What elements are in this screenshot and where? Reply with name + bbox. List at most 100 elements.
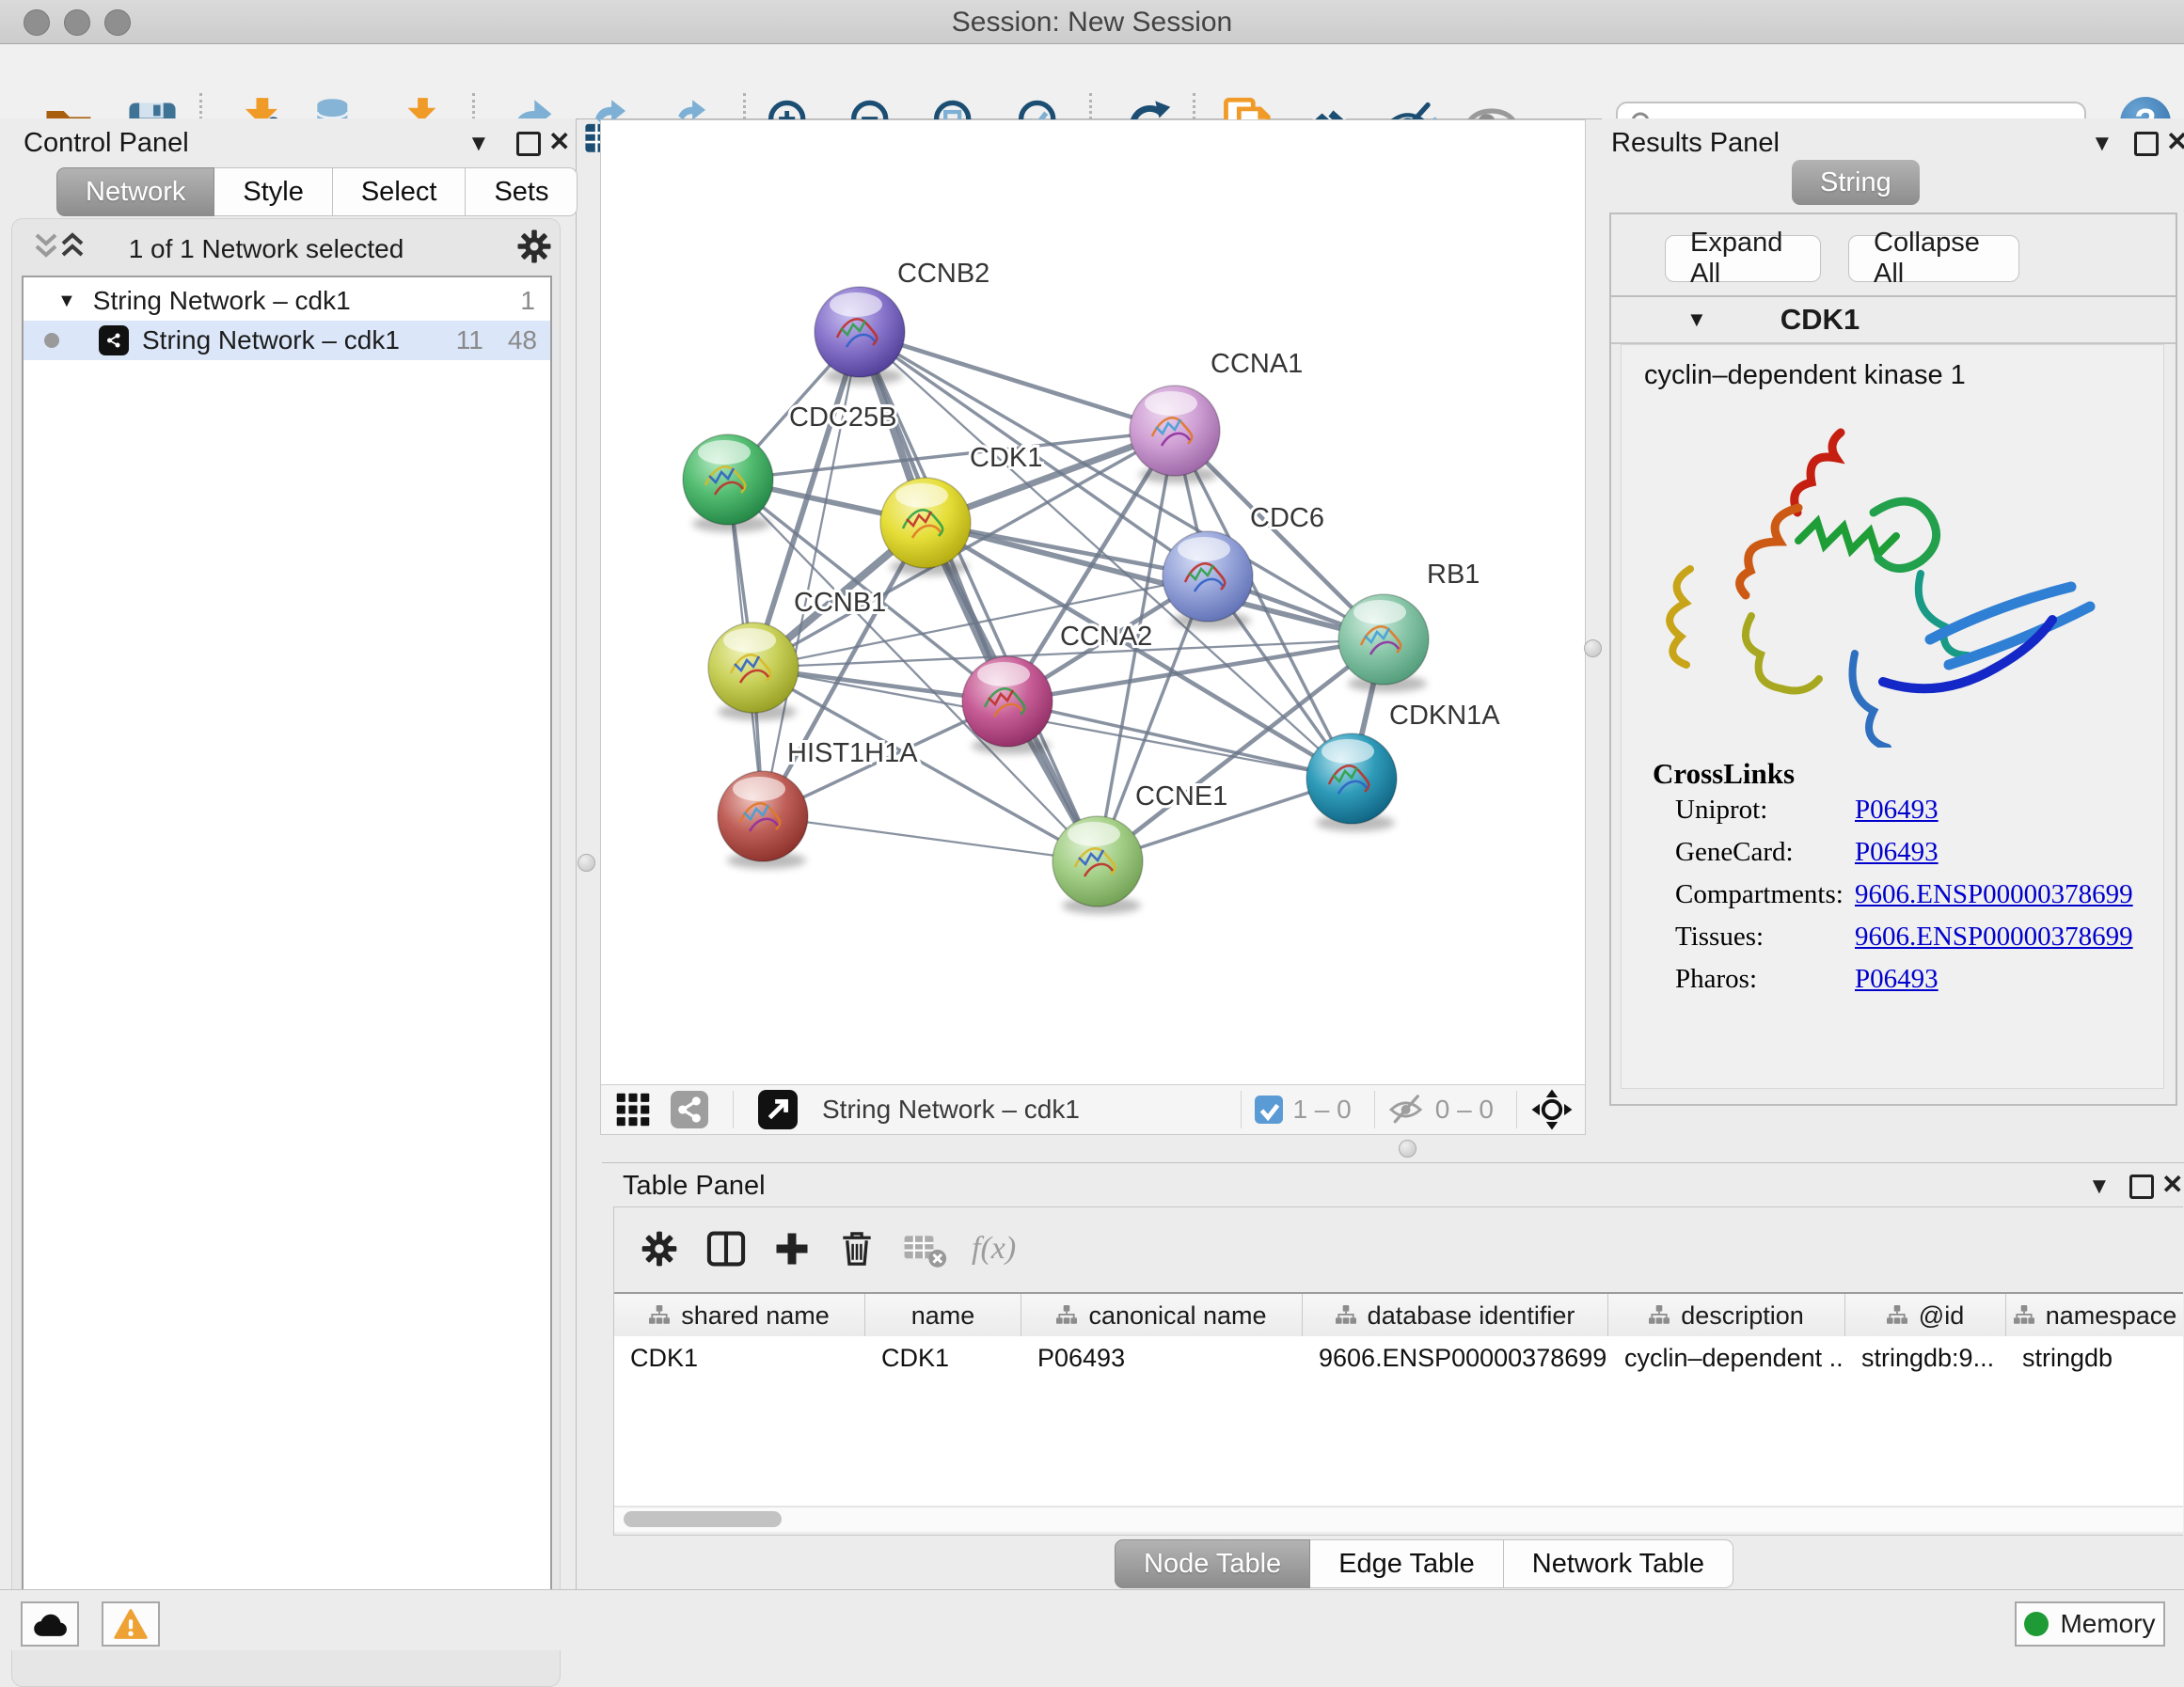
- left-splitter-knob[interactable]: [578, 854, 595, 872]
- panel-close-icon[interactable]: ✕: [2166, 128, 2184, 156]
- expand-all-button[interactable]: Expand All: [1665, 235, 1821, 282]
- node-CDC6[interactable]: [1163, 531, 1253, 629]
- column-header-namespace[interactable]: namespace: [2006, 1294, 2183, 1337]
- panel-close-icon[interactable]: ✕: [548, 128, 570, 156]
- column-header-description[interactable]: description: [1608, 1294, 1845, 1337]
- column-source-icon: [2014, 1305, 2034, 1326]
- panel-menu-icon[interactable]: ▼: [2088, 1173, 2111, 1201]
- cell-name[interactable]: CDK1: [865, 1344, 1021, 1373]
- node-CCNB2[interactable]: [815, 287, 905, 385]
- tab-network[interactable]: Network: [56, 167, 214, 216]
- node-CDC25B[interactable]: [683, 434, 773, 532]
- cell--id[interactable]: stringdb:9...: [1845, 1344, 2006, 1373]
- gear-icon[interactable]: [514, 227, 554, 266]
- edge-CCNA2-CDKN1A[interactable]: [1007, 702, 1352, 779]
- table-settings-gear-icon[interactable]: [639, 1228, 680, 1269]
- panel-float-icon[interactable]: [516, 132, 541, 164]
- crosslinks-title: CrossLinks: [1653, 757, 1795, 791]
- memory-label: Memory: [2060, 1609, 2155, 1639]
- crosslink-link[interactable]: P06493: [1855, 837, 1939, 868]
- node-HIST1H1A[interactable]: [718, 771, 808, 869]
- memory-button[interactable]: Memory: [2015, 1601, 2165, 1647]
- results-actions-box: Expand All Collapse All: [1609, 213, 2177, 297]
- cell-shared-name[interactable]: CDK1: [614, 1344, 865, 1373]
- network-row-selected[interactable]: String Network – cdk1 11 48: [24, 321, 550, 360]
- tab-select[interactable]: Select: [333, 167, 467, 216]
- node-RB1[interactable]: [1338, 594, 1429, 692]
- cell-canonical-name[interactable]: P06493: [1021, 1344, 1303, 1373]
- protein-description: cyclin–dependent kinase 1: [1644, 360, 1966, 391]
- control-panel-tabs: NetworkStyleSelectSets: [56, 167, 578, 216]
- status-bar: Memory: [0, 1589, 2184, 1650]
- show-columns-icon[interactable]: [704, 1227, 748, 1270]
- node-CCNA2[interactable]: [962, 656, 1052, 754]
- cloud-status-button[interactable]: [21, 1601, 79, 1647]
- add-column-icon[interactable]: [772, 1229, 812, 1269]
- collapse-all-button[interactable]: Collapse All: [1848, 235, 2019, 282]
- panel-menu-icon[interactable]: ▼: [2091, 130, 2113, 158]
- node-CDK1[interactable]: [880, 478, 971, 575]
- bottom-splitter-knob[interactable]: [1399, 1140, 1416, 1158]
- panel-float-icon[interactable]: [2134, 132, 2159, 164]
- column-header-canonical-name[interactable]: canonical name: [1021, 1294, 1303, 1337]
- panel-menu-icon[interactable]: ▼: [467, 130, 490, 158]
- column-header-database-identifier[interactable]: database identifier: [1303, 1294, 1608, 1337]
- tab-sets[interactable]: Sets: [466, 167, 578, 216]
- column-header-label: database identifier: [1368, 1301, 1575, 1331]
- table-type-tabs: Node TableEdge TableNetwork Table: [1115, 1539, 1733, 1588]
- selected-checkbox-icon[interactable]: [1255, 1096, 1283, 1124]
- tree-expand-icon[interactable]: ▼: [57, 291, 76, 312]
- crosslink-link[interactable]: 9606.ENSP00000378699: [1855, 922, 2133, 953]
- crosslink-link[interactable]: P06493: [1855, 795, 1939, 826]
- tab-style[interactable]: Style: [214, 167, 332, 216]
- panel-close-icon[interactable]: ✕: [2161, 1171, 2183, 1199]
- cell-database-identifier[interactable]: 9606.ENSP00000378699: [1303, 1344, 1608, 1373]
- cdk1-details: cyclin–dependent kinase 1 CrossLinks: [1621, 344, 2164, 1089]
- table-row[interactable]: CDK1CDK1P064939606.ENSP00000378699cyclin…: [614, 1336, 2183, 1380]
- table-horizontal-scrollbar[interactable]: [614, 1506, 2183, 1532]
- collection-count: 1: [520, 286, 535, 316]
- tab-network-table[interactable]: Network Table: [1504, 1539, 1733, 1588]
- column-header--id[interactable]: @id: [1845, 1294, 2006, 1337]
- delete-column-trash-icon[interactable]: [836, 1228, 878, 1269]
- toolbar-divider: [1374, 1091, 1375, 1128]
- open-in-window-icon[interactable]: [758, 1090, 798, 1129]
- table-body: CDK1CDK1P064939606.ENSP00000378699cyclin…: [614, 1336, 2183, 1506]
- tab-node-table[interactable]: Node Table: [1115, 1539, 1310, 1588]
- cell-description[interactable]: cyclin–dependent ...: [1608, 1344, 1845, 1373]
- crosslink-row: Compartments:9606.ENSP00000378699: [1675, 879, 2145, 922]
- network-selected-status: 1 of 1 Network selected: [12, 234, 520, 264]
- column-header-shared-name[interactable]: shared name: [614, 1294, 865, 1337]
- network-collection-row[interactable]: ▼ String Network – cdk1 1: [24, 281, 550, 321]
- toolbar-divider: [1241, 1091, 1242, 1128]
- node-CCNE1[interactable]: [1052, 816, 1143, 914]
- warnings-button[interactable]: [102, 1601, 160, 1647]
- edge-CCNB2-CCNA1[interactable]: [860, 332, 1175, 431]
- panel-float-icon[interactable]: [2129, 1175, 2154, 1206]
- network-row-label: String Network – cdk1: [142, 325, 400, 355]
- section-collapse-icon[interactable]: ▼: [1686, 307, 1707, 332]
- network-overview-icon[interactable]: [671, 1091, 708, 1128]
- crosslink-row: GeneCard:P06493: [1675, 837, 2145, 879]
- fit-selection-crosshair-icon[interactable]: [1530, 1088, 1574, 1131]
- crosslink-link[interactable]: P06493: [1855, 964, 1939, 995]
- scrollbar-thumb[interactable]: [624, 1511, 782, 1527]
- node-label-CCNB1: CCNB1: [794, 588, 886, 618]
- right-splitter-knob[interactable]: [1584, 639, 1602, 657]
- results-panel: Results Panel ▼ ✕ String Expand All Coll…: [1602, 118, 2184, 1162]
- edge-count: 48: [508, 325, 537, 355]
- edge-HIST1H1A-CCNE1[interactable]: [763, 816, 1098, 861]
- tab-string[interactable]: String: [1792, 160, 1920, 205]
- node-CCNA1[interactable]: [1130, 386, 1220, 483]
- node-CDKN1A[interactable]: [1306, 733, 1397, 831]
- network-canvas[interactable]: CCNB2CCNA1CDC25BCDK1CDC6RB1CCNB1CCNA2CDK…: [601, 120, 1583, 1083]
- cell-namespace[interactable]: stringdb: [2006, 1344, 2183, 1373]
- results-panel-title: Results Panel: [1611, 128, 1780, 159]
- tab-edge-table[interactable]: Edge Table: [1310, 1539, 1504, 1588]
- column-header-name[interactable]: name: [865, 1294, 1021, 1337]
- cdk1-section-header[interactable]: ▼ CDK1: [1611, 297, 2176, 344]
- toolbar-divider: [733, 1091, 734, 1128]
- crosslink-link[interactable]: 9606.ENSP00000378699: [1855, 879, 2133, 910]
- grid-view-icon[interactable]: [614, 1091, 652, 1128]
- cdk1-section-box: ▼ CDK1 cyclin–dependent kinase 1: [1609, 295, 2177, 1106]
